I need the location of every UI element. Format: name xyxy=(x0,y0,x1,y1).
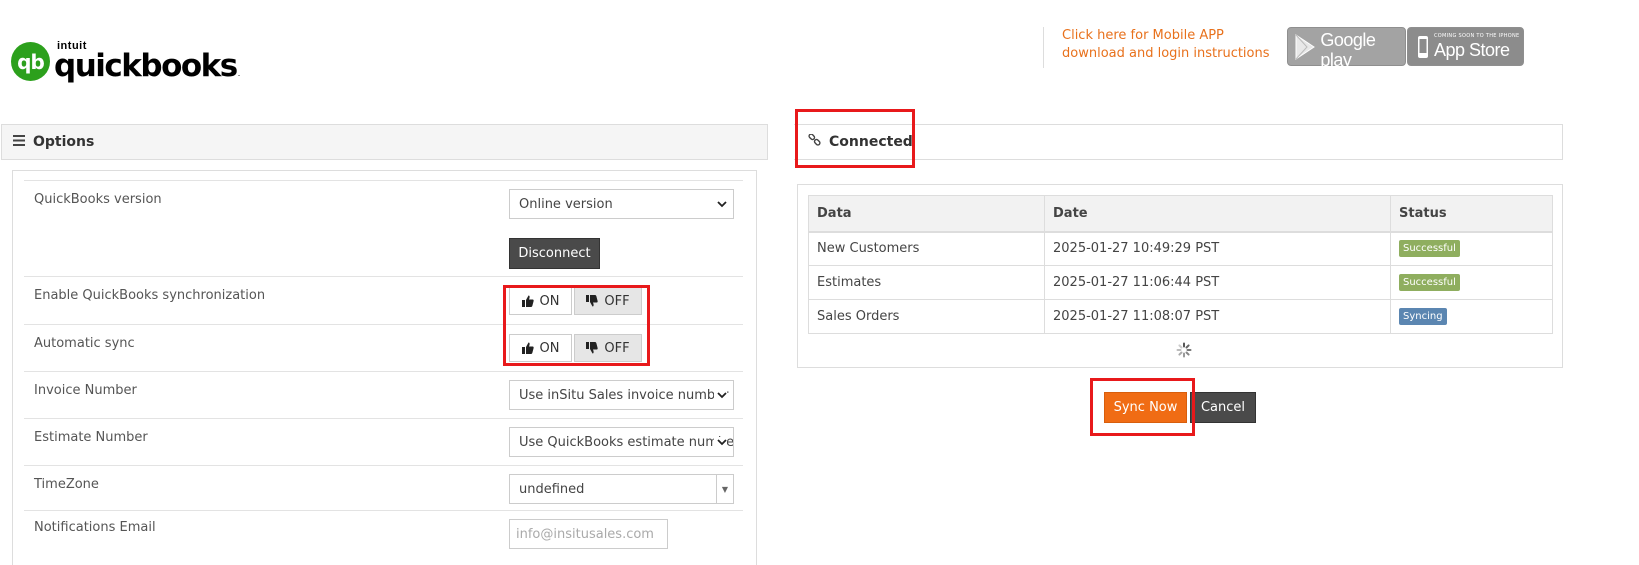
row-automatic-sync: Automatic sync ON OFF xyxy=(24,324,743,371)
sync-status-panel: Data Date Status New Customers 2025-01-2… xyxy=(797,184,1563,368)
chevron-down-icon xyxy=(714,437,727,450)
google-play-button[interactable]: ANDROID APP ON Google play xyxy=(1287,23,1406,70)
column-header-date: Date xyxy=(1044,195,1391,233)
invoice-number-label: Invoice Number xyxy=(34,383,137,398)
notifications-email-input[interactable]: info@insitusales.com xyxy=(509,519,668,549)
automatic-sync-toggle: ON OFF xyxy=(509,334,642,362)
google-play-icon xyxy=(1293,33,1317,60)
thumbs-up-icon xyxy=(521,342,534,354)
estimate-number-select[interactable]: Use QuickBooks estimate number xyxy=(509,427,734,457)
connected-title: Connected xyxy=(829,134,913,150)
estimate-number-label: Estimate Number xyxy=(34,430,148,445)
row-data: Sales Orders xyxy=(808,299,1045,334)
enable-sync-toggle: ON OFF xyxy=(509,287,642,315)
timezone-select[interactable]: undefined ▼ xyxy=(509,474,734,504)
row-date: 2025-01-27 11:06:44 PST xyxy=(1044,265,1391,300)
enable-sync-label: Enable QuickBooks synchronization xyxy=(34,288,266,303)
automatic-sync-label: Automatic sync xyxy=(34,336,135,351)
disconnect-button[interactable]: Disconnect xyxy=(509,238,600,269)
connected-panel-header: Connected xyxy=(794,124,1563,160)
quickbooks-version-select[interactable]: Online version xyxy=(509,189,734,219)
quickbooks-version-label: QuickBooks version xyxy=(34,192,162,207)
automatic-sync-off-button[interactable]: OFF xyxy=(574,334,642,362)
notifications-email-label: Notifications Email xyxy=(34,520,156,535)
header-divider xyxy=(1043,27,1044,68)
mobile-app-link[interactable]: Click here for Mobile APP download and l… xyxy=(1062,27,1282,63)
google-play-label: Google play xyxy=(1320,30,1376,70)
app-store-label: App Store xyxy=(1434,40,1510,60)
enable-sync-on-button[interactable]: ON xyxy=(509,287,572,315)
loading-spinner-icon xyxy=(1176,342,1192,358)
row-data: New Customers xyxy=(808,231,1045,266)
row-invoice-number: Invoice Number Use inSitu Sales invoice … xyxy=(24,371,743,418)
menu-icon xyxy=(13,134,25,150)
timezone-label: TimeZone xyxy=(34,477,99,492)
app-store-button[interactable]: COMING SOON TO THE IPHONE App Store xyxy=(1407,27,1524,66)
row-quickbooks-version: QuickBooks version Online version Discon… xyxy=(24,180,743,276)
intuit-wordmark: intuit xyxy=(57,40,87,52)
quickbooks-wordmark: quickbooks xyxy=(54,48,238,84)
row-notifications-email: Notifications Email info@insitusales.com xyxy=(24,510,743,565)
column-header-data: Data xyxy=(808,195,1045,233)
quickbooks-logo: qb intuit quickbooks. xyxy=(11,40,241,86)
row-estimate-number: Estimate Number Use QuickBooks estimate … xyxy=(24,418,743,465)
cancel-button[interactable]: Cancel xyxy=(1190,392,1256,423)
status-badge: Successful xyxy=(1399,240,1460,258)
triangle-down-icon: ▼ xyxy=(716,475,733,503)
chevron-down-icon xyxy=(714,390,727,403)
chevron-down-icon xyxy=(717,199,727,212)
options-title: Options xyxy=(33,134,95,150)
phone-icon xyxy=(1415,35,1431,59)
status-badge: Syncing xyxy=(1399,308,1447,325)
table-header-row: Data Date Status xyxy=(808,195,1553,233)
sync-status-table: Data Date Status New Customers 2025-01-2… xyxy=(808,195,1553,334)
table-row: Sales Orders 2025-01-27 11:08:07 PST Syn… xyxy=(808,299,1553,334)
options-panel-header: Options xyxy=(1,124,768,160)
row-date: 2025-01-27 10:49:29 PST xyxy=(1044,231,1391,266)
thumbs-down-icon xyxy=(586,295,599,307)
registered-mark: . xyxy=(237,69,241,78)
status-badge: Successful xyxy=(1399,274,1460,291)
quickbooks-mark-icon: qb xyxy=(11,42,50,81)
app-store-caption: COMING SOON TO THE IPHONE xyxy=(1434,33,1520,39)
invoice-number-select[interactable]: Use inSitu Sales invoice number xyxy=(509,380,734,410)
table-row: Estimates 2025-01-27 11:06:44 PST Succes… xyxy=(808,265,1553,300)
row-timezone: TimeZone undefined ▼ xyxy=(24,465,743,510)
google-play-caption: ANDROID APP ON xyxy=(1320,23,1369,29)
enable-sync-off-button[interactable]: OFF xyxy=(574,287,642,315)
link-icon xyxy=(808,132,821,151)
thumbs-down-icon xyxy=(586,342,599,354)
row-date: 2025-01-27 11:08:07 PST xyxy=(1044,299,1391,334)
table-row: New Customers 2025-01-27 10:49:29 PST Su… xyxy=(808,231,1553,266)
row-data: Estimates xyxy=(808,265,1045,300)
column-header-status: Status xyxy=(1390,195,1553,233)
automatic-sync-on-button[interactable]: ON xyxy=(509,334,572,362)
thumbs-up-icon xyxy=(521,295,534,307)
sync-now-button[interactable]: Sync Now xyxy=(1104,392,1187,423)
row-enable-sync: Enable QuickBooks synchronization ON OFF xyxy=(24,276,743,324)
